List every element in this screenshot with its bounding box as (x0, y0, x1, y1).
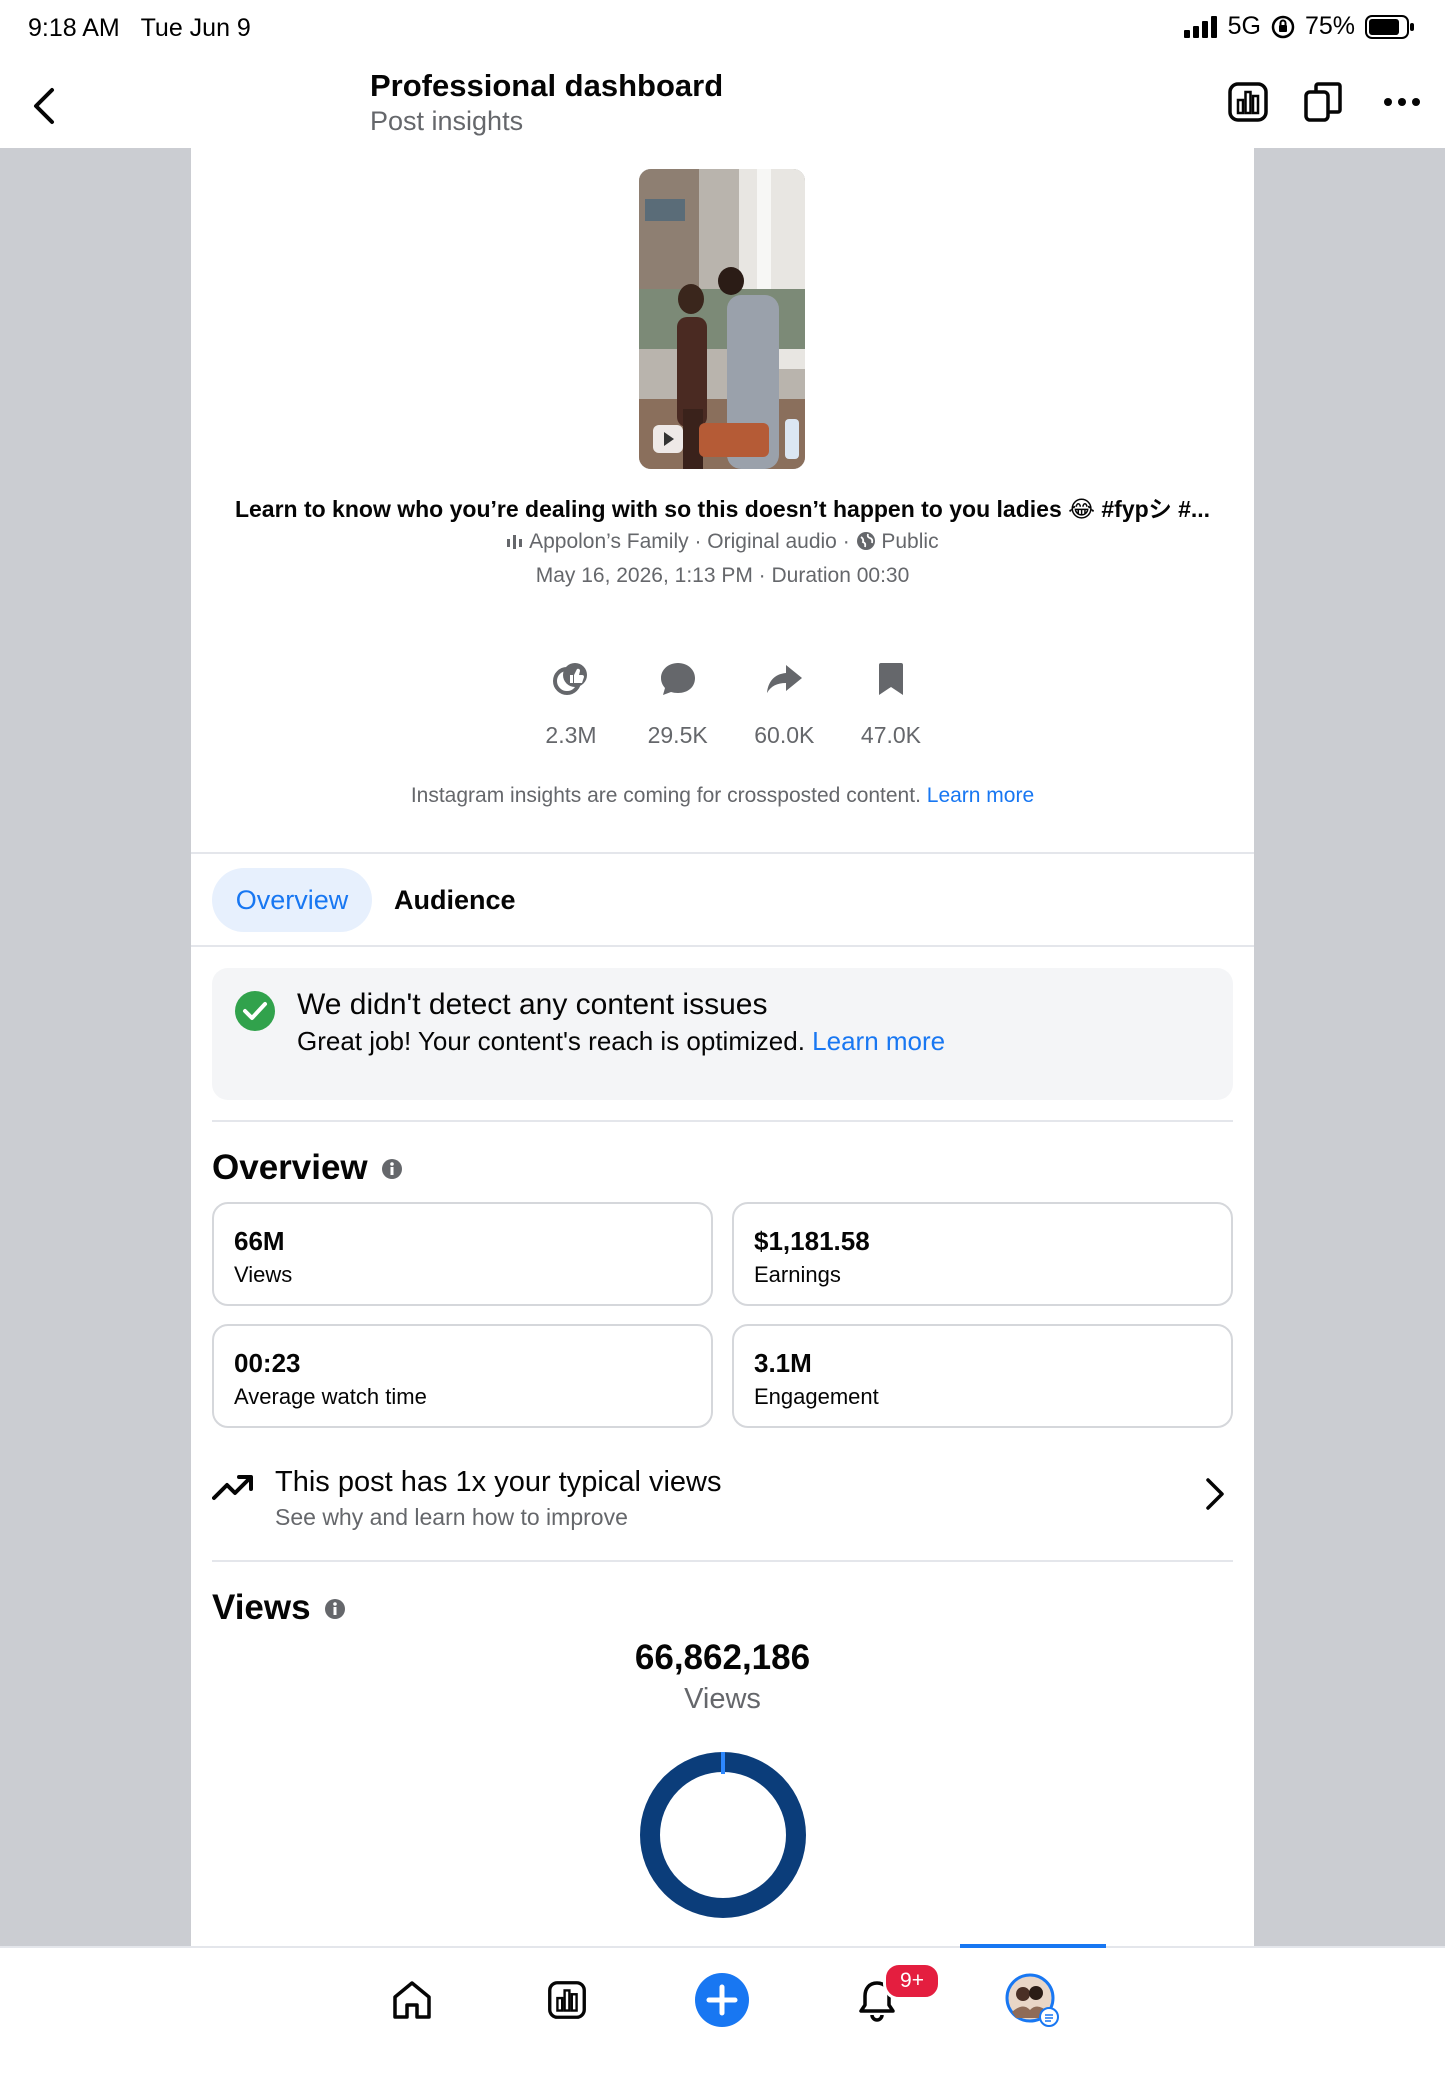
content-check-text: Great job! Your content's reach is optim… (297, 1026, 945, 1057)
stat-saves-value: 47.0K (860, 722, 922, 748)
content-check-title: We didn't detect any content issues (297, 988, 768, 1021)
comment-icon (660, 663, 695, 695)
notification-badge: 9+ (883, 1962, 941, 2000)
share-icon (767, 665, 803, 693)
metric-value: 3.1M (754, 1348, 812, 1378)
nav-home[interactable] (382, 1970, 442, 2030)
battery-percent: 75% (1304, 12, 1355, 40)
stat-comments-value: 29.5K (647, 722, 708, 748)
more-options-button[interactable] (1378, 78, 1426, 126)
back-button[interactable] (24, 82, 64, 130)
rotation-lock-icon (1271, 15, 1295, 38)
insights-button[interactable] (1224, 78, 1272, 126)
donut-segment-marker (721, 1752, 725, 1774)
views-section-title: Views (212, 1588, 311, 1627)
header: Professional dashboard Post insights (0, 56, 1445, 148)
status-time: 9:18 AM Tue Jun 9 (28, 14, 251, 42)
stat-reactions-value: 2.3M (545, 722, 597, 748)
globe-icon (856, 532, 875, 550)
content-check-message: Great job! Your content's reach is optim… (297, 1026, 805, 1056)
metric-label: Views (234, 1262, 293, 1287)
active-tab-indicator (960, 1944, 1106, 1948)
stat-shares-value: 60.0K (754, 722, 815, 748)
copy-icon (1304, 82, 1342, 122)
info-icon[interactable] (324, 1598, 346, 1620)
status-bar: 9:18 AM Tue Jun 9 5G 75% (0, 0, 1445, 56)
metric-label: Average watch time (234, 1384, 427, 1409)
more-icon (1384, 98, 1420, 106)
post-thumbnail[interactable] (639, 169, 805, 469)
status-date: Tue Jun 9 (140, 14, 251, 42)
post-audio[interactable]: Appolon’s Family · Original audio · (529, 530, 850, 553)
status-indicators: 5G 75% (1183, 12, 1415, 41)
chevron-right-icon (1206, 1478, 1224, 1510)
battery-icon (1365, 14, 1414, 39)
network-label: 5G (1227, 12, 1261, 40)
tab-overview[interactable]: Overview (212, 868, 372, 932)
stat-shares[interactable]: 60.0K (734, 658, 834, 768)
post-thumbnail-image (639, 169, 805, 469)
divider (212, 1120, 1233, 1122)
donut-ring (640, 1752, 806, 1918)
bar-chart-icon (548, 1981, 586, 2019)
metric-value: 66M (234, 1226, 285, 1256)
bottom-navigation: 9+ (0, 1944, 1445, 2081)
chevron-left-icon (34, 88, 54, 124)
typical-views-subtitle: See why and learn how to improve (275, 1504, 628, 1530)
instagram-notice: Instagram insights are coming for crossp… (191, 784, 1254, 808)
audio-icon (507, 535, 523, 549)
reactions-icon (553, 663, 587, 695)
post-date-duration: May 16, 2026, 1:13 PM · Duration 00:30 (535, 564, 910, 587)
save-icon (878, 663, 903, 695)
metric-card-views[interactable]: 66M Views (212, 1202, 713, 1306)
divider (212, 1560, 1233, 1562)
views-total-label: Views (684, 1683, 761, 1715)
metric-label: Engagement (754, 1384, 879, 1409)
plus-circle-icon (695, 1973, 749, 2027)
stat-reactions[interactable]: 2.3M (521, 658, 621, 768)
stat-saves[interactable]: 47.0K (841, 658, 941, 768)
metric-value: $1,181.58 (754, 1226, 870, 1256)
instagram-learn-more-link[interactable]: Learn more (927, 784, 1034, 807)
tab-audience[interactable]: Audience (394, 868, 516, 932)
metric-label: Earnings (754, 1262, 841, 1287)
main-panel: Learn to know who you’re dealing with so… (191, 148, 1254, 1946)
divider (191, 945, 1254, 947)
content-check-card: We didn't detect any content issues Grea… (212, 968, 1233, 1100)
divider (191, 852, 1254, 854)
nav-create[interactable] (692, 1970, 752, 2030)
stat-comments[interactable]: 29.5K (628, 658, 728, 768)
content-check-learn-more-link[interactable]: Learn more (812, 1026, 945, 1056)
typical-views-title: This post has 1x your typical views (275, 1466, 722, 1498)
metric-card-average-watch-time[interactable]: 00:23 Average watch time (212, 1324, 713, 1428)
bar-chart-icon (1228, 82, 1268, 122)
trending-up-icon (212, 1475, 253, 1500)
side-margin-right (1254, 148, 1445, 1946)
post-stats: 2.3M 29.5K 60.0K 47.0K (521, 658, 941, 768)
avatar (1005, 1973, 1059, 2027)
post-caption: Learn to know who you’re dealing with so… (234, 496, 1211, 522)
metric-card-engagement[interactable]: 3.1M Engagement (732, 1324, 1233, 1428)
post-audio-line: Appolon’s Family · Original audio · Publ… (191, 530, 1254, 554)
typical-views-row[interactable] (212, 1450, 1233, 1550)
nav-insights[interactable] (537, 1970, 597, 2030)
overview-section-title: Overview (212, 1148, 368, 1187)
views-total: 66,862,186 (634, 1638, 811, 1677)
nav-profile[interactable] (1002, 1970, 1062, 2030)
page-subtitle: Post insights (370, 106, 524, 136)
post-privacy: Public (881, 530, 939, 553)
page-title: Professional dashboard (370, 68, 724, 103)
views-donut-chart (640, 1752, 806, 1918)
switch-view-button[interactable] (1300, 78, 1348, 126)
side-margin-left (0, 148, 191, 1946)
metric-value: 00:23 (234, 1348, 301, 1378)
signal-icon (1183, 15, 1217, 38)
check-circle-icon (235, 991, 275, 1031)
info-icon[interactable] (381, 1158, 403, 1180)
home-icon (393, 1981, 431, 2019)
instagram-notice-text: Instagram insights are coming for crossp… (410, 784, 921, 807)
metric-card-earnings[interactable]: $1,181.58 Earnings (732, 1202, 1233, 1306)
